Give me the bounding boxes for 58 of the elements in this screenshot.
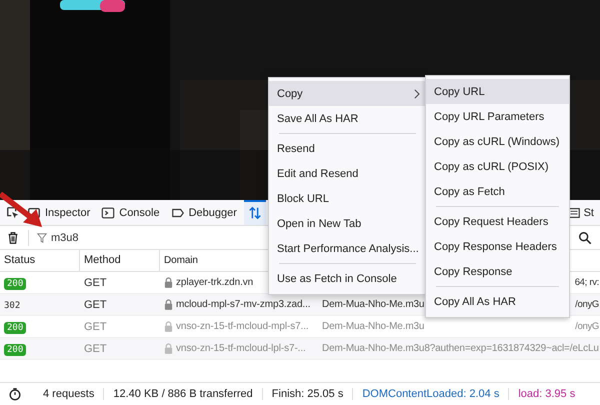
dom-loaded-time: DOMContentLoaded: 2.04 s [352, 388, 508, 400]
network-icon [248, 206, 262, 220]
status-badge: 200 [4, 344, 26, 356]
menu-item[interactable]: Copy Response [426, 259, 569, 284]
chevron-icon [413, 88, 420, 98]
load-time: load: 3.95 s [508, 388, 584, 400]
status-badge: 200 [4, 322, 26, 334]
menu-item[interactable]: Copy URL Parameters [426, 104, 569, 129]
method-cell: GET [84, 342, 107, 354]
menu-item[interactable]: Copy URL [426, 79, 569, 104]
menu-item[interactable]: Resend [269, 136, 426, 161]
devtools-tab[interactable]: St [584, 200, 594, 225]
lock-icon [164, 343, 173, 354]
filter-field[interactable]: m3u8 [37, 232, 79, 244]
menu-item[interactable]: Block URL [269, 186, 426, 211]
menu-item[interactable]: Copy as Fetch [426, 179, 569, 204]
finish-time: Finish: 25.05 s [262, 388, 352, 400]
menu-item[interactable]: Copy Response Headers [426, 234, 569, 259]
method-cell: GET [84, 320, 107, 332]
devtools-tab[interactable]: Inspector [23, 200, 94, 225]
method-cell: GET [84, 276, 107, 288]
devtools-tab[interactable]: Debugger [166, 200, 241, 225]
inspector-icon [27, 206, 41, 220]
menu-item[interactable]: Edit and Resend [269, 161, 426, 186]
menu-item[interactable]: Copy [269, 81, 426, 106]
lock-icon [164, 277, 173, 288]
domain-cell: vnso-zn-15-tf-mcloud-mpl-s7... [176, 321, 309, 332]
status-badge: 200 [4, 278, 26, 290]
filter-icon [37, 232, 47, 242]
method-cell: GET [84, 298, 107, 310]
request-count: 4 requests [42, 388, 96, 400]
menu-item[interactable]: Copy as cURL (Windows) [426, 129, 569, 154]
table-cell: /onyG [575, 299, 599, 310]
menu-item[interactable]: Open in New Tab [269, 211, 426, 236]
status-code: 302 [4, 300, 20, 310]
column-header[interactable]: Status [0, 250, 80, 271]
console-icon [101, 206, 116, 220]
menu-item[interactable]: Copy Request Headers [426, 209, 569, 234]
table-cell: 64; rv: [574, 277, 599, 288]
menu-item[interactable]: Copy as cURL (POSIX) [426, 154, 569, 179]
menu-item[interactable]: Save All As HAR [269, 106, 426, 131]
stopwatch-icon[interactable] [8, 387, 22, 401]
file-cell: Dem-Mua-Nho-Me.m3u [322, 321, 424, 332]
search-icon[interactable] [578, 230, 592, 244]
domain-cell: vnso-zn-15-tf-mcloud-lpl-s7-... [176, 343, 306, 354]
domain-cell: mcloud-mpl-s7-mv-zmp3.zad... [176, 299, 310, 310]
devtools-tab[interactable]: Console [97, 200, 164, 225]
devtools-tab[interactable] [244, 200, 266, 225]
lock-icon [164, 321, 173, 332]
element-picker-icon[interactable] [6, 206, 20, 220]
lock-icon [164, 299, 173, 310]
file-cell: Dem-Mua-Nho-Me.m3u [322, 299, 424, 310]
trash-icon[interactable] [6, 230, 20, 244]
file-cell: Dem-Mua-Nho-Me.m3u8?authen=exp=1631874329~acl=/eLcLu [322, 343, 599, 354]
column-header[interactable]: Method [80, 250, 160, 271]
domain-cell: zplayer-trk.zdn.vn [176, 277, 254, 288]
transfer-size: 12.40 KB / 886 B transferred [103, 388, 262, 400]
table-cell: /onyG [575, 321, 599, 332]
